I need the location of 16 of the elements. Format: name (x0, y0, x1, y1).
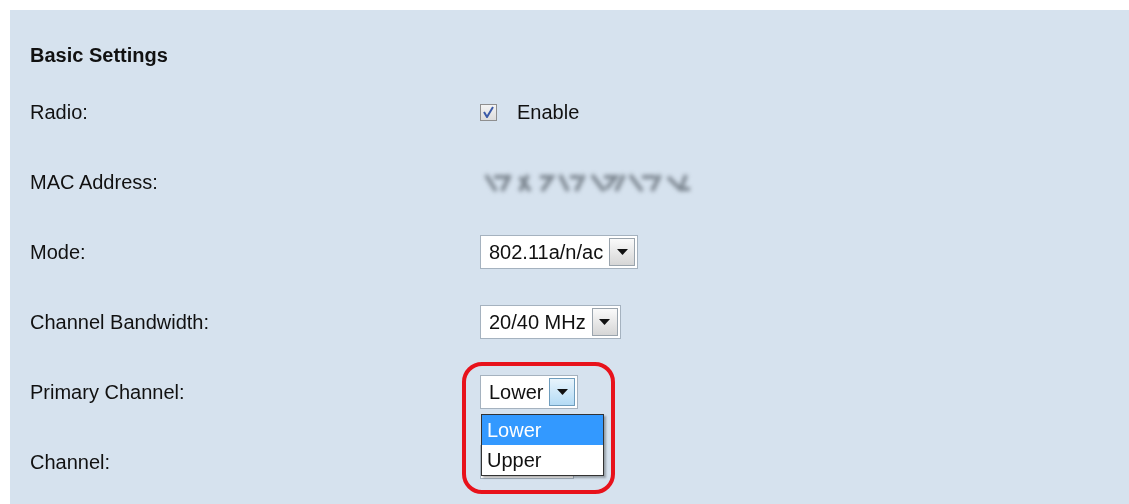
checkbox[interactable] (480, 103, 497, 121)
caret-icon (557, 389, 568, 395)
dropdown-select[interactable]: 802.11a/n/ac (480, 235, 639, 269)
dropdown-select[interactable]: Lower (480, 375, 579, 409)
checkbox-label: Enable (517, 100, 580, 124)
caret-icon (599, 319, 611, 325)
dropdown-option[interactable]: Upper (482, 445, 603, 475)
field-label: Radio: (30, 100, 88, 123)
field-label: Channel: (30, 450, 111, 473)
field-label: MAC Address: (30, 170, 158, 193)
field-label: Mode: (30, 240, 86, 263)
dropdown-select[interactable]: 20/40 MHz (480, 305, 621, 339)
field-label: Primary Channel: (30, 380, 185, 403)
caret-icon (616, 249, 628, 255)
section-title: Basic Settings (30, 43, 168, 67)
field-label: Channel Bandwidth: (30, 310, 209, 333)
